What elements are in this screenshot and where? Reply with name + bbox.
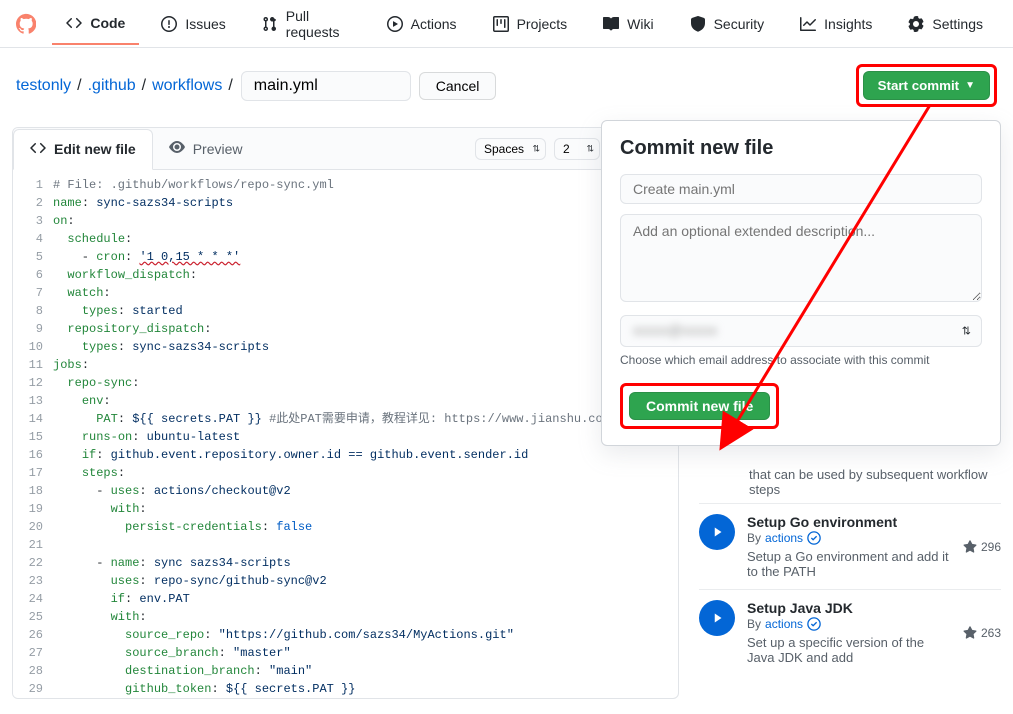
editor: Edit new file Preview Spaces 2 No wr 123… <box>12 127 679 699</box>
gear-icon <box>908 16 924 32</box>
commit-email-select[interactable]: xxxxx@xxxxx <box>620 315 982 347</box>
tab-label: Insights <box>824 16 872 32</box>
tab-insights[interactable]: Insights <box>786 4 886 44</box>
start-commit-button[interactable]: Start commit ▼ <box>863 71 990 100</box>
cancel-button[interactable]: Cancel <box>419 72 497 100</box>
tab-issues[interactable]: Issues <box>147 4 239 44</box>
tab-code[interactable]: Code <box>52 3 139 45</box>
repo-tabs: Code Issues Pull requests Actions Projec… <box>0 0 1013 48</box>
marketplace-item-stars[interactable]: 263 <box>963 600 1001 665</box>
code-icon <box>66 15 82 31</box>
line-numbers: 1234567891011121314151617181920212223242… <box>13 176 53 698</box>
tab-label: Edit new file <box>54 141 136 157</box>
eye-icon <box>169 139 185 158</box>
start-commit-highlight: Start commit ▼ <box>856 64 997 107</box>
tab-label: Actions <box>411 16 457 32</box>
marketplace-item-title: Setup Java JDK <box>747 600 951 616</box>
tab-label: Wiki <box>627 16 653 32</box>
marketplace-item[interactable]: Setup Go environment By actions Setup a … <box>699 503 1001 589</box>
indent-size-select[interactable]: 2 <box>554 138 600 160</box>
tab-edit-file[interactable]: Edit new file <box>13 129 153 170</box>
marketplace-item-desc: Setup a Go environment and add it to the… <box>747 549 951 579</box>
code-editor[interactable]: 1234567891011121314151617181920212223242… <box>13 170 678 698</box>
marketplace-item-title: Setup Go environment <box>747 514 951 530</box>
email-helper-text: Choose which email address to associate … <box>620 353 982 367</box>
play-icon <box>387 16 403 32</box>
tab-actions[interactable]: Actions <box>373 4 471 44</box>
marketplace-item[interactable]: Setup Java JDK By actions Set up a speci… <box>699 589 1001 675</box>
issue-icon <box>161 16 177 32</box>
book-icon <box>603 16 619 32</box>
marketplace-item-desc-continued: that can be used by subsequent workflow … <box>699 467 1001 503</box>
commit-new-file-button[interactable]: Commit new file <box>629 392 770 420</box>
breadcrumb-dir1[interactable]: .github <box>88 77 136 95</box>
play-circle-icon <box>699 600 735 636</box>
commit-message-input[interactable] <box>620 174 982 204</box>
tab-label: Issues <box>185 16 225 32</box>
chevron-down-icon: ▼ <box>965 80 975 91</box>
tab-label: Pull requests <box>286 8 351 40</box>
github-logo-icon <box>16 12 36 36</box>
star-icon <box>963 540 977 554</box>
tab-label: Settings <box>932 16 983 32</box>
tab-label: Preview <box>193 141 243 157</box>
breadcrumb-row: testonly / .github / workflows / Cancel … <box>0 48 1013 127</box>
shield-icon <box>690 16 706 32</box>
commit-description-textarea[interactable] <box>620 214 982 302</box>
tab-settings[interactable]: Settings <box>894 4 997 44</box>
indent-mode-select[interactable]: Spaces <box>475 138 546 160</box>
play-circle-icon <box>699 514 735 550</box>
tab-label: Security <box>714 16 765 32</box>
verified-icon <box>807 531 821 545</box>
commit-new-file-popover: Commit new file xxxxx@xxxxx Choose which… <box>601 120 1001 446</box>
tab-label: Projects <box>517 16 568 32</box>
tab-security[interactable]: Security <box>676 4 779 44</box>
pull-request-icon <box>262 16 278 32</box>
star-icon <box>963 626 977 640</box>
code-icon <box>30 140 46 159</box>
editor-tabs: Edit new file Preview Spaces 2 No wr <box>13 128 678 170</box>
graph-icon <box>800 16 816 32</box>
breadcrumb-repo[interactable]: testonly <box>16 77 71 95</box>
tab-wiki[interactable]: Wiki <box>589 4 667 44</box>
breadcrumb: testonly / .github / workflows / <box>16 77 233 95</box>
tab-preview[interactable]: Preview <box>153 129 259 168</box>
code-content[interactable]: # File: .github/workflows/repo-sync.ymln… <box>53 176 678 698</box>
verified-icon <box>807 617 821 631</box>
marketplace-item-author: By actions <box>747 617 951 631</box>
start-commit-label: Start commit <box>878 78 959 93</box>
tab-pulls[interactable]: Pull requests <box>248 0 365 52</box>
breadcrumb-dir2[interactable]: workflows <box>152 77 222 95</box>
marketplace-item-desc: Set up a specific version of the Java JD… <box>747 635 951 665</box>
marketplace-item-author: By actions <box>747 531 951 545</box>
tab-label: Code <box>90 15 125 31</box>
commit-button-highlight: Commit new file <box>620 383 779 429</box>
popover-title: Commit new file <box>620 137 982 160</box>
tab-projects[interactable]: Projects <box>479 4 582 44</box>
filename-input[interactable] <box>241 71 411 101</box>
project-icon <box>493 16 509 32</box>
marketplace-item-stars[interactable]: 296 <box>963 514 1001 579</box>
